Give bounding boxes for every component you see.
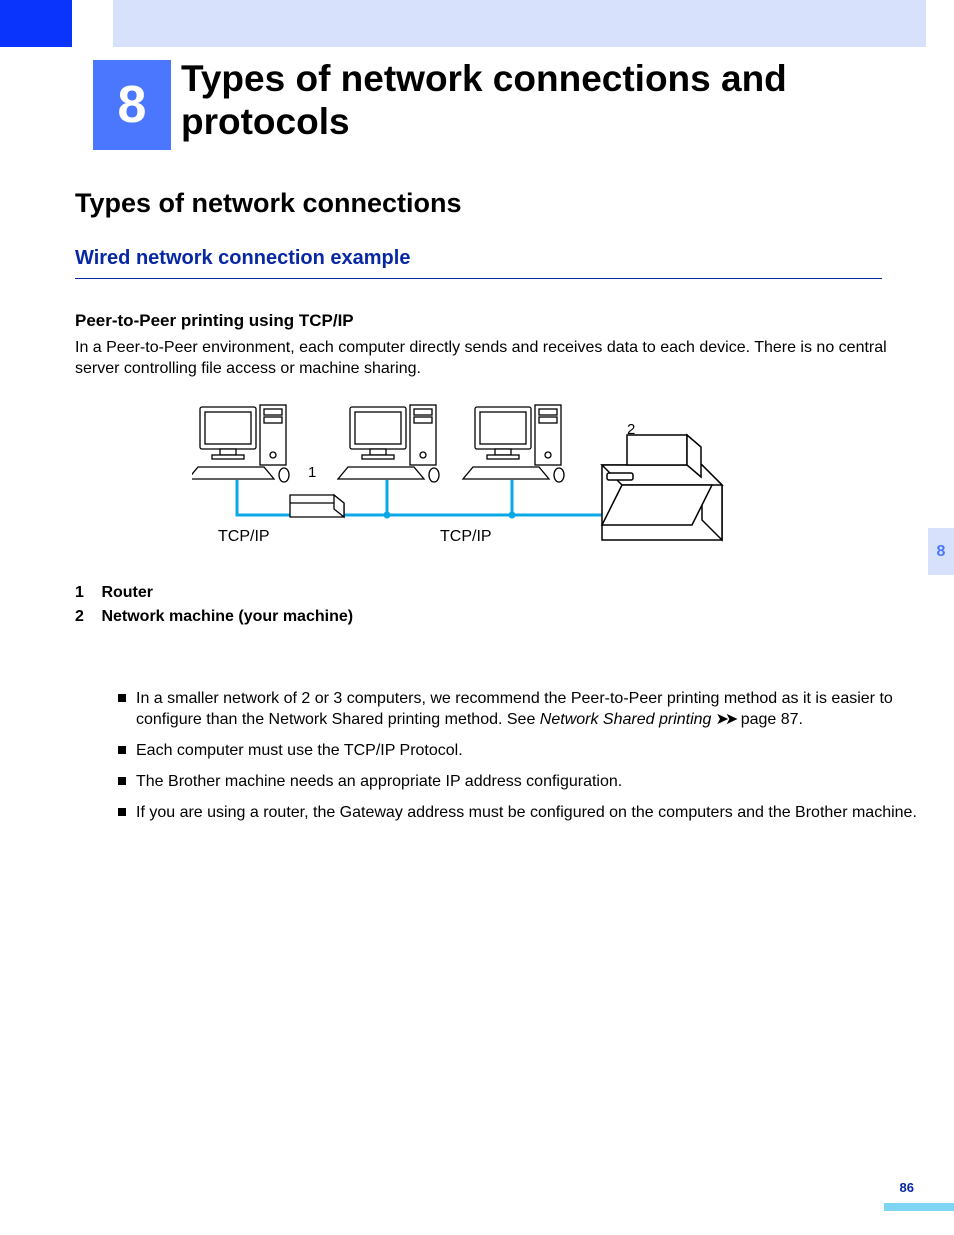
bullet-text: Each computer must use the TCP/IP Protoc…	[136, 742, 463, 759]
legend-text: Network machine (your machine)	[101, 608, 353, 625]
legend-number: 2	[75, 608, 97, 626]
intro-paragraph: In a Peer-to-Peer environment, each comp…	[75, 338, 890, 380]
page-number: 86	[900, 1180, 914, 1195]
legend-row: 2 Network machine (your machine)	[75, 608, 353, 626]
bullet-text-post: page 87.	[736, 711, 803, 728]
section-heading-3: Peer-to-Peer printing using TCP/IP	[75, 311, 354, 331]
chapter-number-box: 8	[93, 60, 171, 150]
list-item: In a smaller network of 2 or 3 computers…	[118, 688, 928, 730]
list-item: Each computer must use the TCP/IP Protoc…	[118, 740, 928, 761]
diagram-legend: 1 Router 2 Network machine (your machine…	[75, 584, 353, 632]
bullet-list: In a smaller network of 2 or 3 computers…	[78, 688, 928, 834]
list-item: If you are using a router, the Gateway a…	[118, 802, 928, 823]
list-item: The Brother machine needs an appropriate…	[118, 771, 928, 792]
reference-arrows-icon: ➤➤	[715, 709, 734, 730]
diagram-label-tcpip-left: TCP/IP	[218, 528, 270, 546]
bullet-text: If you are using a router, the Gateway a…	[136, 804, 917, 821]
header-accent-block	[0, 0, 72, 47]
diagram-label-tcpip-right: TCP/IP	[440, 528, 492, 546]
diagram-callout-1: 1	[308, 464, 316, 481]
legend-number: 1	[75, 584, 97, 602]
side-tab-number: 8	[937, 543, 946, 561]
side-chapter-tab: 8	[928, 528, 954, 575]
legend-row: 1 Router	[75, 584, 353, 602]
footer-accent-strip	[884, 1203, 954, 1211]
section-heading-2: Wired network connection example	[75, 247, 882, 279]
cross-reference-link[interactable]: Network Shared printing	[540, 711, 712, 728]
legend-text: Router	[101, 584, 153, 601]
header-strip	[113, 0, 926, 47]
section-heading-1: Types of network connections	[75, 188, 462, 219]
bullet-text: The Brother machine needs an appropriate…	[136, 773, 622, 790]
chapter-number: 8	[118, 75, 147, 135]
diagram-callout-2: 2	[627, 421, 635, 438]
chapter-title: Types of network connections and protoco…	[181, 58, 901, 143]
